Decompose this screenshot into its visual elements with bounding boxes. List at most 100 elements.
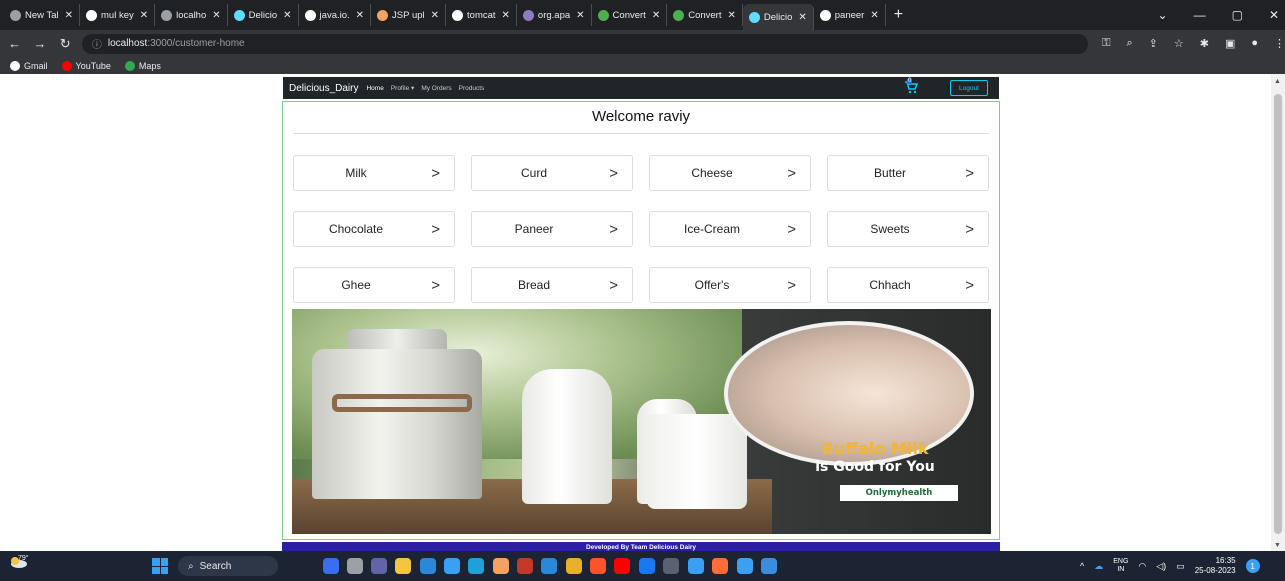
- wifi-icon[interactable]: ◠: [1138, 561, 1146, 572]
- onedrive-icon[interactable]: ☁: [1094, 561, 1103, 572]
- tab-close-icon[interactable]: ✕: [283, 10, 291, 21]
- browser-tab[interactable]: localho ✕: [155, 4, 228, 26]
- category-button[interactable]: Curd >: [471, 155, 633, 191]
- scrollbar-thumb[interactable]: [1274, 94, 1282, 534]
- tab-close-icon[interactable]: ✕: [652, 10, 660, 21]
- store-icon[interactable]: [420, 558, 436, 574]
- category-button[interactable]: Paneer >: [471, 211, 633, 247]
- category-label: Paneer: [514, 222, 554, 236]
- show-hidden-icons-chevron-icon[interactable]: ^: [1080, 561, 1084, 571]
- app-icon[interactable]: [688, 558, 704, 574]
- category-button[interactable]: Offer's >: [649, 267, 811, 303]
- youtube-icon[interactable]: [614, 558, 630, 574]
- tab-close-icon[interactable]: ✕: [431, 10, 439, 21]
- browser-tab[interactable]: Convert ✕: [592, 4, 668, 26]
- page-scrollbar[interactable]: ▲ ▼: [1271, 74, 1285, 551]
- back-arrow-icon[interactable]: ←: [4, 36, 25, 51]
- site-info-icon[interactable]: ⓘ: [92, 36, 102, 51]
- chrome-canary-icon[interactable]: [493, 558, 509, 574]
- url-input[interactable]: ⓘ localhost:3000/customer-home: [81, 33, 1089, 54]
- close-window-button[interactable]: ✕: [1269, 8, 1279, 22]
- category-button[interactable]: Chocolate >: [293, 211, 455, 247]
- browser-tab[interactable]: org.apa ✕: [517, 4, 592, 26]
- anydesk-icon[interactable]: [444, 558, 460, 574]
- zoom-icon[interactable]: ⌕: [1126, 37, 1132, 50]
- bookmark-youtube[interactable]: YouTube: [61, 60, 111, 71]
- tab-close-icon[interactable]: ✕: [870, 10, 878, 21]
- tab-close-icon[interactable]: ✕: [727, 10, 735, 21]
- category-button[interactable]: Ghee >: [293, 267, 455, 303]
- file-explorer-icon[interactable]: [395, 558, 411, 574]
- bookmark-gmail[interactable]: Gmail: [10, 60, 48, 71]
- browser-tab[interactable]: mul key ✕: [80, 4, 156, 26]
- tab-close-icon[interactable]: ✕: [140, 10, 148, 21]
- tab-close-icon[interactable]: ✕: [212, 10, 220, 21]
- category-button[interactable]: Ice-Cream >: [649, 211, 811, 247]
- chevron-right-icon: >: [609, 276, 618, 294]
- extensions-icon[interactable]: ✱: [1200, 37, 1209, 50]
- nav-my-orders-link[interactable]: My Orders: [421, 85, 451, 92]
- browser-tab[interactable]: JSP upl ✕: [371, 4, 447, 26]
- category-button[interactable]: Chhach >: [827, 267, 989, 303]
- bookmark-maps[interactable]: Maps: [124, 60, 161, 71]
- nav-profile-dropdown[interactable]: Profile ▾: [391, 84, 415, 92]
- restore-button[interactable]: ▢: [1232, 8, 1243, 22]
- facebook-icon[interactable]: [639, 558, 655, 574]
- browser-tab[interactable]: paneer ✕: [814, 4, 886, 26]
- task-view-icon[interactable]: [347, 558, 363, 574]
- clock[interactable]: 16:35 25-08-2023: [1195, 556, 1236, 576]
- category-button[interactable]: Cheese >: [649, 155, 811, 191]
- scroll-down-icon[interactable]: ▼: [1274, 542, 1281, 549]
- nav-products-link[interactable]: Products: [459, 85, 485, 92]
- browser-tab[interactable]: New Tal ✕: [4, 4, 81, 26]
- tab-close-icon[interactable]: ✕: [576, 10, 584, 21]
- start-button-windows-icon[interactable]: [152, 558, 168, 574]
- menu-kebab-icon[interactable]: ⋮: [1274, 37, 1285, 50]
- category-button[interactable]: Milk >: [293, 155, 455, 191]
- language-indicator[interactable]: ENG IN: [1113, 558, 1128, 574]
- tab-favicon-icon: [748, 11, 760, 23]
- browser-tab[interactable]: Delicio ✕: [742, 4, 814, 30]
- browser-tab[interactable]: java.io. ✕: [299, 4, 372, 26]
- brand-logo-text[interactable]: Delicious_Dairy: [289, 83, 358, 94]
- notification-badge[interactable]: 1: [1245, 559, 1260, 573]
- tab-search-icon[interactable]: ⌄: [1158, 8, 1168, 22]
- side-panel-icon[interactable]: ▣: [1225, 37, 1235, 50]
- key-icon[interactable]: ⚿: [1102, 37, 1110, 50]
- tab-close-icon[interactable]: ✕: [356, 10, 364, 21]
- minimize-button[interactable]: —: [1194, 8, 1206, 22]
- mcafee-icon[interactable]: [517, 558, 533, 574]
- postman-icon[interactable]: [712, 558, 728, 574]
- volume-icon[interactable]: ◁): [1156, 561, 1166, 572]
- browser-tab[interactable]: Convert ✕: [667, 4, 743, 26]
- brave-icon[interactable]: [590, 558, 606, 574]
- tab-close-icon[interactable]: ✕: [65, 10, 73, 21]
- category-button[interactable]: Bread >: [471, 267, 633, 303]
- browser-tab[interactable]: Delicio ✕: [228, 4, 299, 26]
- share-icon[interactable]: ⇪: [1149, 37, 1158, 50]
- terminal-icon[interactable]: [663, 558, 679, 574]
- battery-icon[interactable]: ▭: [1176, 561, 1185, 572]
- reload-icon[interactable]: ↻: [55, 36, 76, 52]
- tab-close-icon[interactable]: ✕: [798, 12, 806, 23]
- vscode-icon[interactable]: [541, 558, 557, 574]
- new-tab-button[interactable]: +: [886, 6, 911, 24]
- logout-button[interactable]: Logout: [950, 80, 988, 96]
- scroll-up-icon[interactable]: ▲: [1274, 78, 1281, 85]
- tab-close-icon[interactable]: ✕: [502, 10, 510, 21]
- taskbar-search-box[interactable]: ⌕ Search: [178, 556, 278, 576]
- photos-icon[interactable]: [761, 558, 777, 574]
- notepad-icon[interactable]: [737, 558, 753, 574]
- forward-arrow-icon[interactable]: →: [29, 36, 50, 51]
- chat-icon[interactable]: [371, 558, 387, 574]
- bookmark-star-icon[interactable]: ☆: [1174, 37, 1184, 50]
- edge-icon[interactable]: [468, 558, 484, 574]
- copilot-icon[interactable]: [323, 558, 339, 574]
- nav-home-link[interactable]: Home: [366, 85, 383, 92]
- browser-tab[interactable]: tomcat ✕: [446, 4, 517, 26]
- profile-avatar-icon[interactable]: ●: [1251, 37, 1258, 50]
- chrome-icon[interactable]: [566, 558, 582, 574]
- weather-widget[interactable]: 79°: [8, 555, 32, 576]
- category-button[interactable]: Butter >: [827, 155, 989, 191]
- category-button[interactable]: Sweets >: [827, 211, 989, 247]
